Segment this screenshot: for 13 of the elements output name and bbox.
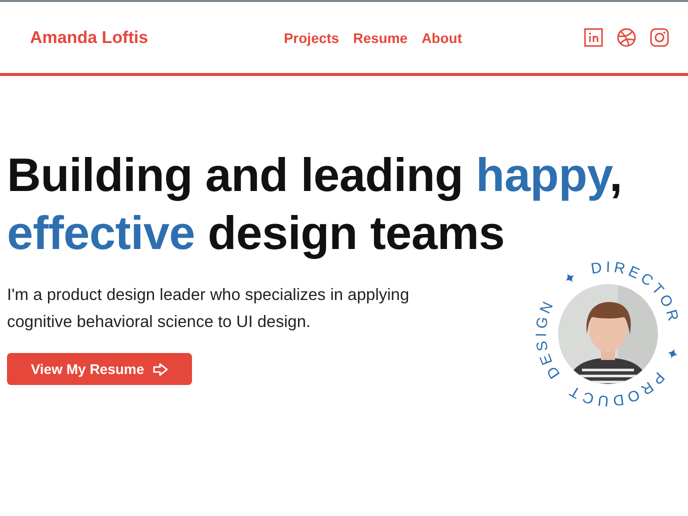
brand-name[interactable]: Amanda Loftis xyxy=(30,28,284,48)
resume-button[interactable]: View My Resume xyxy=(7,353,192,385)
star-icon: ✦ xyxy=(660,344,682,366)
instagram-icon[interactable] xyxy=(650,28,669,47)
arrow-icon xyxy=(153,362,168,376)
linkedin-icon[interactable] xyxy=(584,28,603,47)
nav-link[interactable]: About xyxy=(422,30,462,46)
nav-link[interactable]: Resume xyxy=(353,30,408,46)
intro-text: I'm a product design leader who specializes in applying cognitive behavioral science to UI design. xyxy=(7,285,410,333)
headline: Building and leading happy, effective design teams xyxy=(7,147,624,261)
basketball-icon[interactable] xyxy=(617,28,636,47)
nav-link[interactable]: Projects xyxy=(284,30,340,46)
star-icon: ✦ xyxy=(560,266,584,290)
